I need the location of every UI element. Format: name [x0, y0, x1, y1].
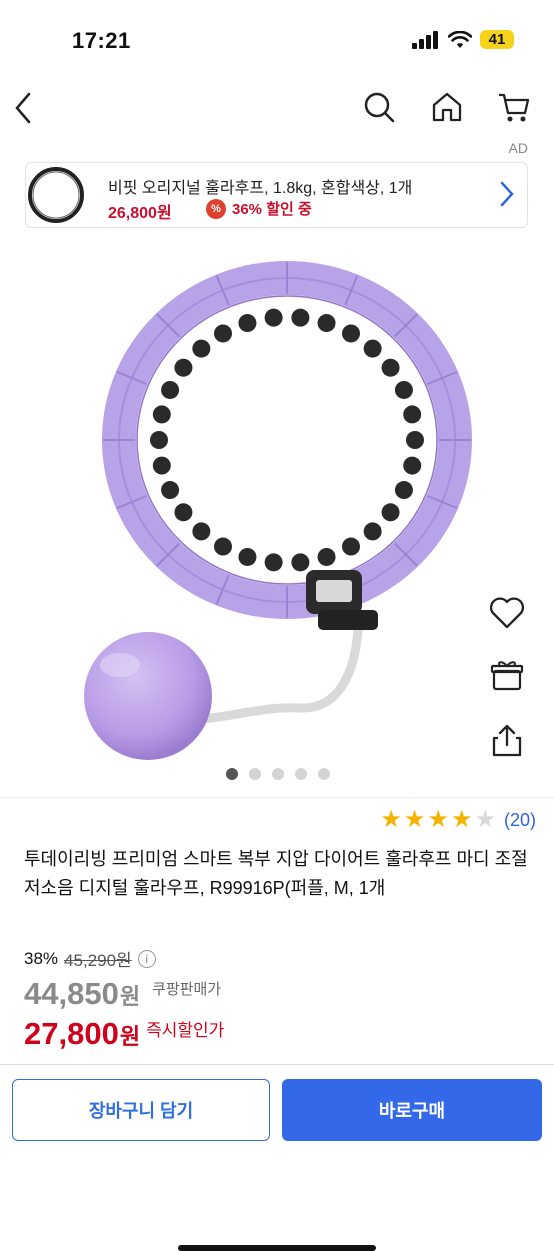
discount-badge-icon: %	[206, 198, 226, 219]
gallery-dot[interactable]	[295, 768, 307, 780]
star-icon: ★	[427, 806, 449, 833]
buy-now-button[interactable]: 바로구매	[282, 1079, 542, 1141]
gallery-dot[interactable]	[318, 768, 330, 780]
gallery-dot[interactable]	[249, 768, 261, 780]
instant-price-won: 원	[119, 1024, 141, 1049]
gift-icon[interactable]	[490, 658, 524, 692]
instant-price-value: 27,800	[24, 1016, 119, 1051]
hula-hoop-image	[84, 261, 472, 760]
ad-thumbnail	[28, 167, 84, 223]
gallery-pagination	[226, 768, 330, 780]
bottom-action-bar: 장바구니 담기 바로구매	[0, 1064, 554, 1251]
share-icon[interactable]	[490, 723, 524, 759]
star-icon: ★	[474, 806, 496, 833]
product-image[interactable]	[0, 250, 554, 760]
signal-icon	[412, 30, 438, 49]
product-title: 투데이리빙 프리미엄 스마트 복부 지압 다이어트 훌라후프 마디 조절 저소음…	[24, 849, 528, 898]
home-indicator[interactable]	[178, 1245, 376, 1251]
status-time: 17:21	[72, 28, 131, 53]
star-icon: ★	[450, 806, 473, 833]
coupang-price-label: 쿠팡판매가	[152, 981, 222, 998]
status-icons: 41	[412, 30, 514, 49]
back-icon[interactable]	[12, 90, 34, 126]
star-icon: ★	[403, 806, 426, 833]
ad-title: 비핏 오리지널 훌라후프, 1.8kg, 혼합색상, 1개	[108, 180, 413, 197]
gallery-dot[interactable]	[272, 768, 284, 780]
coupang-price-won: 원	[119, 984, 141, 1009]
wifi-icon	[448, 30, 472, 48]
star-icon: ★	[380, 806, 402, 833]
original-price: 45,290원	[64, 951, 132, 970]
chevron-right-icon	[500, 181, 514, 207]
discount-rate: 38%	[24, 948, 59, 968]
top-nav	[0, 84, 554, 132]
review-count[interactable]: (20)	[504, 810, 536, 831]
discount-line: 38% 45,290원 i	[24, 946, 156, 971]
gallery-dot[interactable]	[226, 768, 238, 780]
divider	[0, 797, 554, 798]
ad-price: 26,800원	[108, 205, 172, 222]
ad-discount-text: 36% 할인 중	[232, 201, 312, 218]
battery-indicator: 41	[480, 30, 514, 49]
cart-icon[interactable]	[497, 90, 531, 124]
search-icon[interactable]	[362, 90, 396, 124]
heart-icon[interactable]	[488, 595, 526, 631]
ad-label: AD	[508, 140, 528, 156]
instant-price-label: 즉시할인가	[146, 1021, 225, 1040]
coupang-price: 44,850 원 쿠팡판매가	[24, 976, 221, 1012]
ad-banner[interactable]: 비핏 오리지널 훌라후프, 1.8kg, 혼합색상, 1개 26,800원 % …	[25, 162, 528, 228]
ad-discount: % 36% 할인 중	[206, 198, 312, 219]
coupang-price-value: 44,850	[24, 976, 119, 1011]
rating[interactable]: ★ ★ ★ ★ ★ (20)	[380, 808, 536, 832]
instant-discount-price: 27,800 원 즉시할인가	[24, 1016, 224, 1052]
info-icon[interactable]: i	[137, 949, 156, 968]
home-icon[interactable]	[430, 90, 464, 124]
add-to-cart-button[interactable]: 장바구니 담기	[12, 1079, 270, 1141]
